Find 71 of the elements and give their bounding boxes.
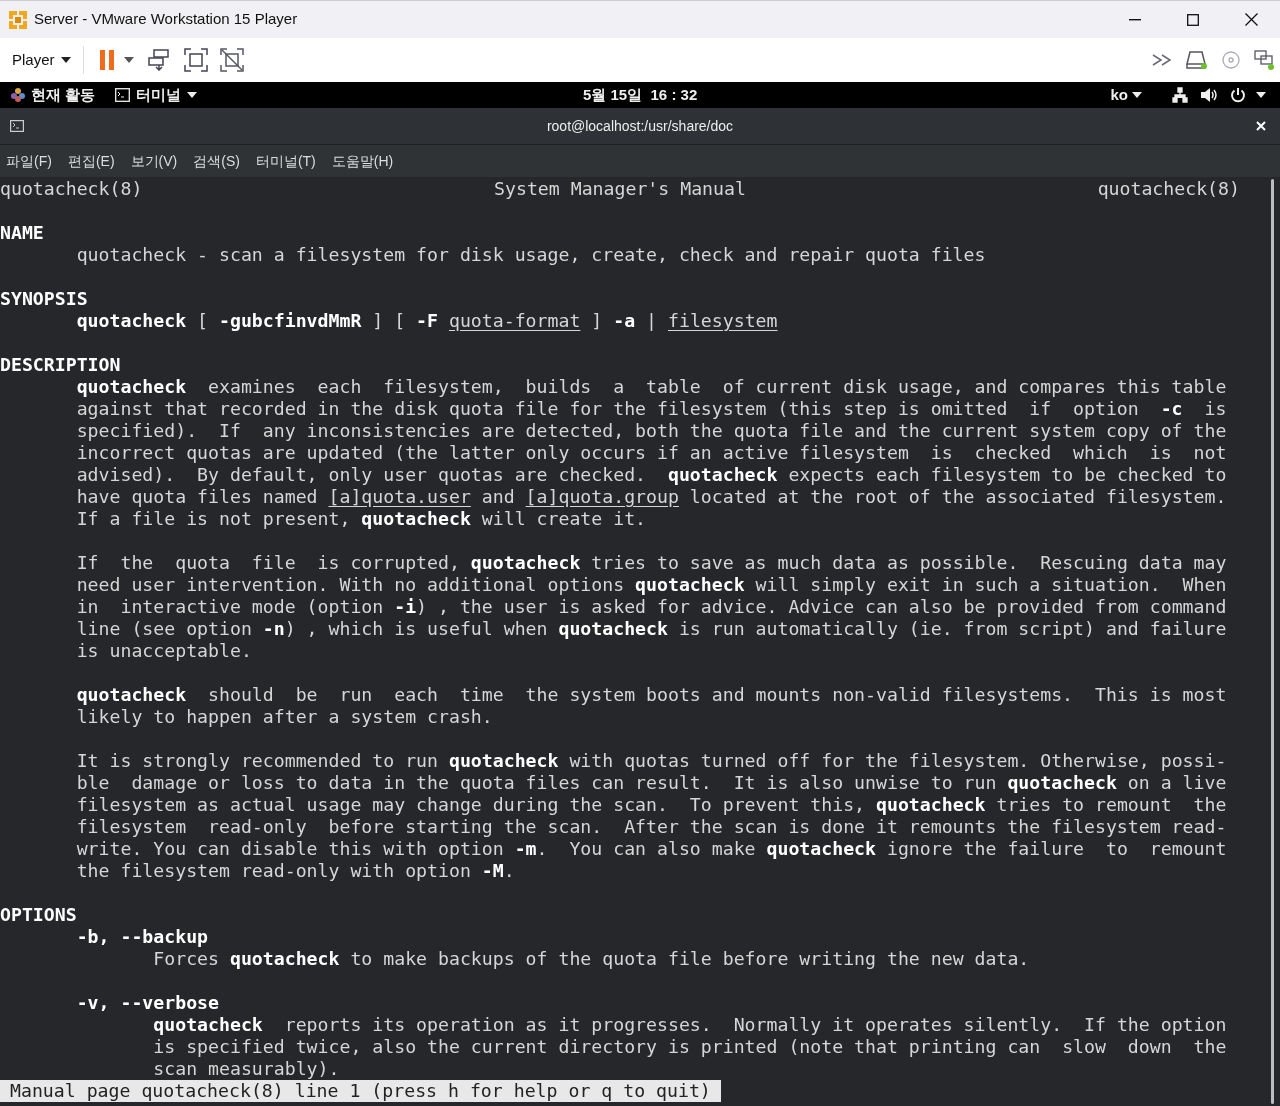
caret-icon	[187, 92, 198, 98]
close-icon	[1244, 13, 1258, 26]
man-text-line: against that recorded in the disk quota file for the filesystem (this step is omitted if option -c is	[76, 398, 1227, 419]
man-text-line: If the quota file is corrupted, quotacheck tries to save as much data as possible. Rescuing data may	[76, 552, 1227, 573]
man-text-line: the filesystem read-only with option -M.	[76, 860, 515, 881]
menu-item[interactable]: 검색(S)	[193, 150, 240, 172]
terminal-icon	[10, 120, 24, 132]
man-text-line: ble damage or loss to data in the quota files can result. It is also unwise to run quotacheck on a live	[76, 772, 1227, 793]
caret-icon	[1132, 92, 1142, 98]
man-text-line: specified). If any inconsistencies are detected, both the quota file and the current system copy of the	[76, 420, 1227, 441]
section-heading: OPTIONS	[0, 904, 77, 925]
menu-item[interactable]: 보기(V)	[130, 150, 178, 172]
man-header-title: System Manager's Manual	[494, 178, 746, 200]
pause-icon[interactable]	[99, 50, 114, 70]
man-text-line: quotacheck [ -gubcfinvdMmR ] [ -F quota-format ] -a | filesystem	[76, 310, 778, 331]
man-text-line: likely to happen after a system crash.	[76, 706, 493, 727]
man-text-line: line (see option -n) , which is useful when quotacheck is run automatically (ie. from script) and failure	[76, 618, 1227, 639]
terminal-app-menu[interactable]: 터미널	[115, 83, 198, 107]
menu-item[interactable]: 파일(F)	[6, 150, 52, 172]
man-text-line: quotacheck - scan a filesystem for disk usage, create, check and repair quota files	[76, 244, 986, 265]
man-text-line: need user intervention. With no additional options quotacheck will simply exit in such a situation. When	[76, 574, 1227, 595]
display-icon[interactable]	[1254, 50, 1274, 70]
minimize-icon	[1129, 18, 1141, 21]
flower-logo-icon[interactable]	[10, 87, 26, 103]
man-text-line: quotacheck should be run each time the system boots and mounts non-valid filesystems. This is most	[76, 684, 1227, 705]
scrollbar[interactable]	[1271, 179, 1274, 1104]
man-text-line: in interactive mode (option -i) , the user is asked for advice. Advice can also be provided from command	[76, 596, 1227, 617]
section-heading: NAME	[0, 222, 44, 243]
man-text-line: filesystem as actual usage may change during the scan. To prevent this, quotacheck tries to remount the	[76, 794, 1227, 815]
maximize-icon	[1187, 13, 1199, 26]
man-text-line: incorrect quotas are updated (the latter only occurs if an active filesystem is checked which is not	[76, 442, 1227, 463]
menu-item[interactable]: 편집(E)	[67, 150, 115, 172]
man-text-line: filesystem read-only before starting the scan. After the scan is done it remounts the filesystem read-	[76, 816, 1227, 837]
man-text-line: is specified twice, also the current directory is printed (note that printing can slow down the	[153, 1036, 1227, 1057]
window-title: Server - VMware Workstation 15 Player	[34, 9, 298, 30]
menu-item[interactable]: 도움말(H)	[331, 150, 394, 172]
fullscreen-icon[interactable]	[183, 48, 208, 72]
man-text-line: It is strongly recommended to run quotacheck with quotas turned off for the filesystem. Otherwise, possi‐	[76, 750, 1227, 771]
activities-button[interactable]: 현재 활동	[31, 83, 96, 107]
man-text-line: If a file is not present, quotacheck will create it.	[76, 508, 647, 529]
man-text-line: scan measurably).	[153, 1058, 340, 1079]
caret-icon[interactable]	[123, 57, 134, 63]
power-icon[interactable]	[1230, 87, 1246, 103]
section-heading: SYNOPSIS	[0, 288, 88, 309]
send-keys-icon[interactable]	[147, 49, 170, 71]
volume-icon[interactable]	[1200, 87, 1218, 103]
clock[interactable]: 5월 15일 16 : 32	[583, 83, 698, 107]
caret-icon[interactable]	[1256, 92, 1266, 98]
man-header-name: quotacheck(8)	[0, 178, 143, 200]
man-text-line: quotacheck reports its operation as it progresses. Normally it operates silently. If the option	[153, 1014, 1227, 1035]
terminal-icon	[115, 88, 131, 102]
man-header-name: quotacheck(8)	[1097, 178, 1240, 200]
caret-icon	[60, 57, 71, 63]
man-text-line: -b, --backup	[76, 926, 209, 947]
menu-item[interactable]: 터미널(T)	[255, 150, 316, 172]
double-chevron-icon[interactable]	[1152, 54, 1172, 66]
man-text-line: is unacceptable.	[76, 640, 252, 661]
input-method-menu[interactable]: ko	[1110, 83, 1142, 107]
man-text-line: advised). By default, only user quotas are checked. quotacheck expects each filesystem to be checked to	[76, 464, 1227, 485]
vmware-logo-icon	[8, 9, 28, 30]
terminal-title: root@localhost:/usr/share/doc	[545, 116, 735, 136]
close-icon[interactable]	[1256, 121, 1266, 131]
section-heading: DESCRIPTION	[0, 354, 121, 375]
man-text-line: Forces quotacheck to make backups of the quota file before writing the new data.	[153, 948, 1030, 969]
man-text-line: write. You can disable this with option -m. You can also make quotacheck ignore the failure to remount	[76, 838, 1227, 859]
man-text-line: -v, --verbose	[76, 992, 219, 1013]
unity-icon[interactable]	[219, 48, 244, 72]
network-icon[interactable]	[1172, 87, 1188, 103]
player-menu[interactable]: Player	[12, 48, 71, 72]
man-text-line: quotacheck examines each filesystem, builds a table of current disk usage, and compares this table	[76, 376, 1227, 397]
man-text-line: have quota files named [a]quota.user and [a]quota.group located at the root of the associated filesystem.	[76, 486, 1227, 507]
